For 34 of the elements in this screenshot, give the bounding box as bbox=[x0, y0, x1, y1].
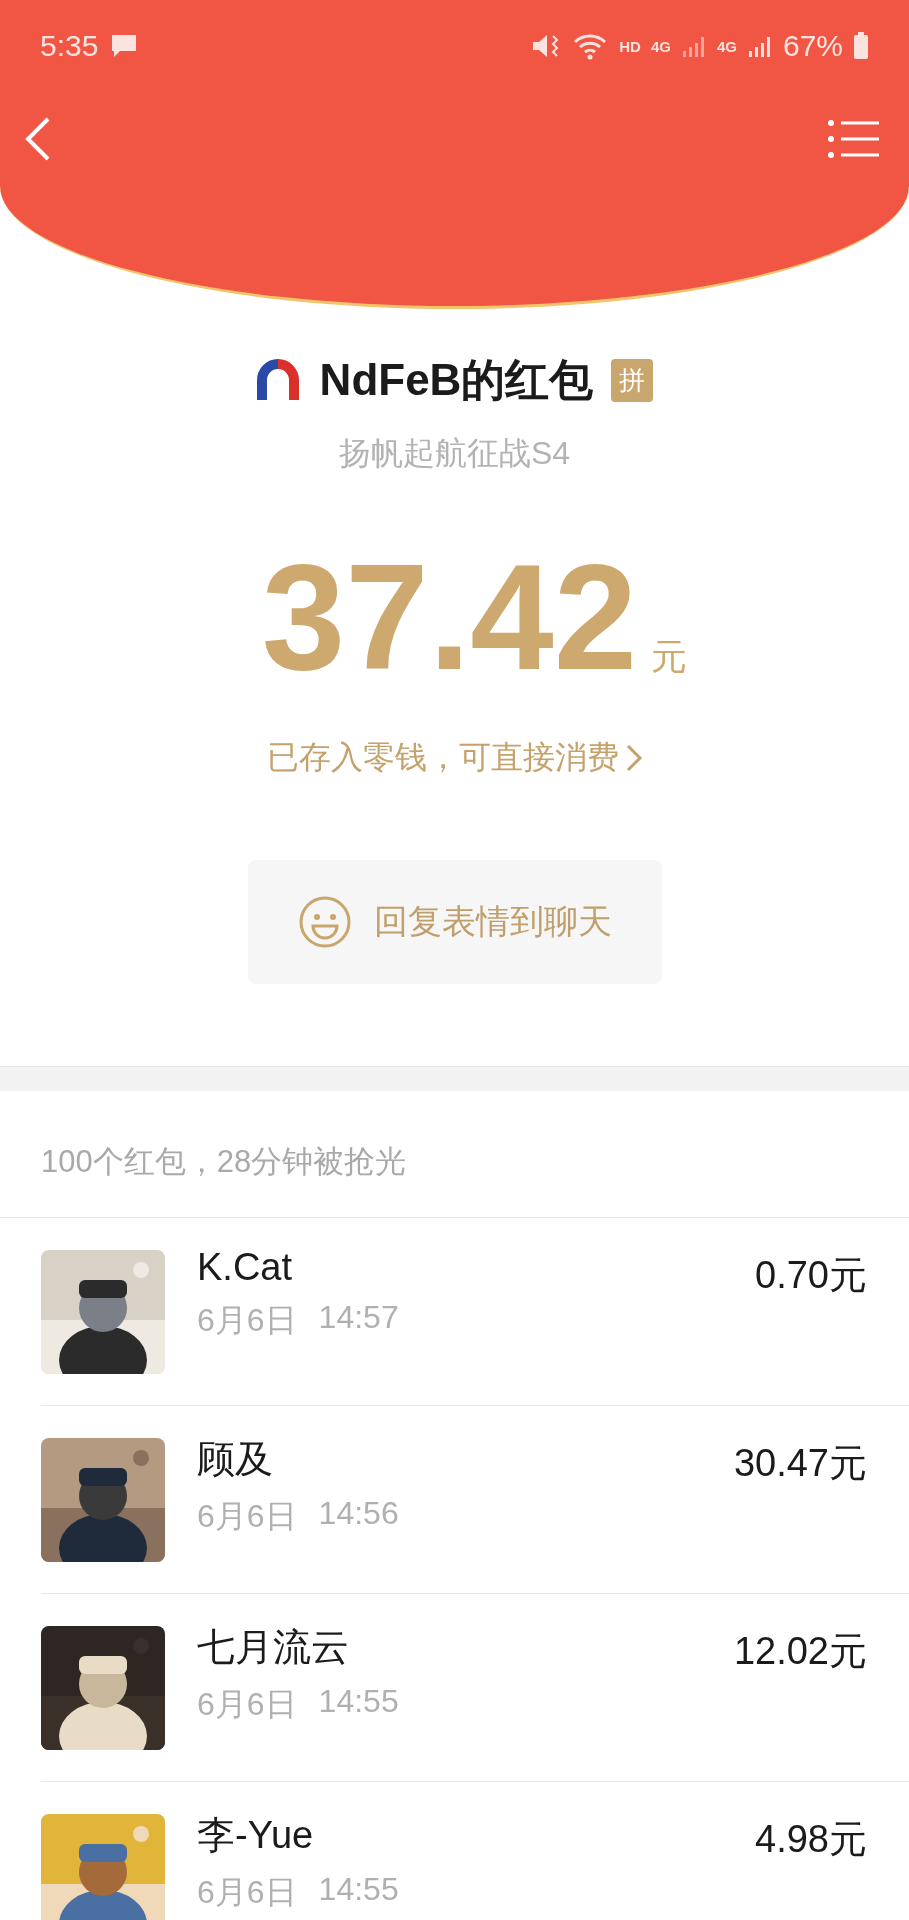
recipient-name: 七月流云 bbox=[197, 1625, 350, 1670]
record-amount: 4.98元 bbox=[755, 1817, 867, 1862]
sender-name: NdFeB的红包 bbox=[319, 354, 594, 406]
amount-value: 37.42 bbox=[261, 542, 638, 692]
recipient-name: 顾及 bbox=[197, 1437, 274, 1482]
record-amount: 12.02元 bbox=[733, 1629, 867, 1674]
recipient-name: 李-Yue bbox=[197, 1813, 315, 1858]
chevron-icon bbox=[624, 743, 643, 773]
record-time: 14:56 bbox=[318, 1495, 399, 1533]
blessing-text: 扬帆起航征战S4 bbox=[337, 434, 572, 473]
recipient-name: K.Cat bbox=[197, 1246, 294, 1289]
group-badge: 拼 bbox=[611, 359, 654, 402]
hd-label: HD bbox=[619, 37, 641, 55]
record-time: 14:55 bbox=[318, 1871, 399, 1909]
message-icon bbox=[110, 33, 139, 59]
record-time: 14:57 bbox=[318, 1299, 399, 1337]
menu-button[interactable] bbox=[827, 119, 881, 159]
record-date: 6月6日 bbox=[197, 1873, 297, 1912]
battery-percent: 67% bbox=[782, 29, 843, 63]
record-amount: 30.47元 bbox=[733, 1441, 867, 1486]
network-label: 4G bbox=[650, 37, 671, 55]
record-date: 6月6日 bbox=[197, 1497, 297, 1536]
network-label: 4G bbox=[716, 37, 737, 55]
status-time: 5:35 bbox=[40, 29, 99, 63]
amount-unit: 元 bbox=[651, 635, 688, 679]
record-amount: 0.70元 bbox=[755, 1253, 867, 1298]
summary-text: 100个红包，28分钟被抢光 bbox=[0, 1091, 909, 1218]
smiley-icon bbox=[297, 895, 352, 949]
record-date: 6月6日 bbox=[197, 1685, 297, 1724]
record-time: 14:55 bbox=[318, 1683, 399, 1721]
battery-icon bbox=[853, 32, 869, 60]
change-link[interactable]: 已存入零钱，可直接消费 bbox=[266, 736, 643, 780]
record-date: 6月6日 bbox=[197, 1301, 297, 1340]
reply-sticker-button[interactable]: 回复表情到聊天 bbox=[247, 860, 662, 984]
